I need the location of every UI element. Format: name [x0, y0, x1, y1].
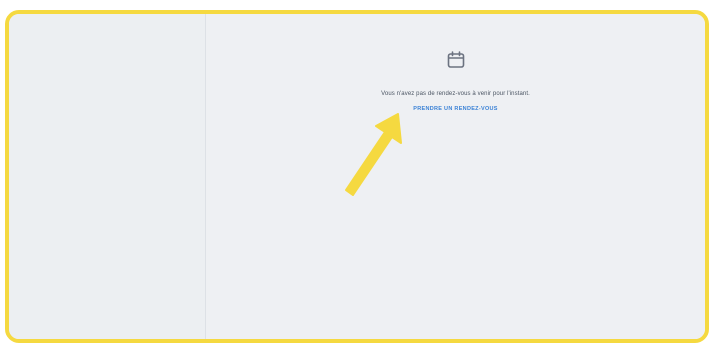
empty-state-message: Vous n'avez pas de rendez-vous à venir p… — [381, 91, 530, 97]
empty-state: Vous n'avez pas de rendez-vous à venir p… — [206, 50, 705, 115]
screenshot-frame: Vous n'avez pas de rendez-vous à venir p… — [5, 10, 709, 343]
sidebar — [9, 14, 206, 339]
calendar-icon — [446, 50, 466, 70]
main-content: Vous n'avez pas de rendez-vous à venir p… — [206, 14, 705, 339]
book-appointment-link[interactable]: PRENDRE UN RENDEZ-VOUS — [413, 106, 498, 112]
